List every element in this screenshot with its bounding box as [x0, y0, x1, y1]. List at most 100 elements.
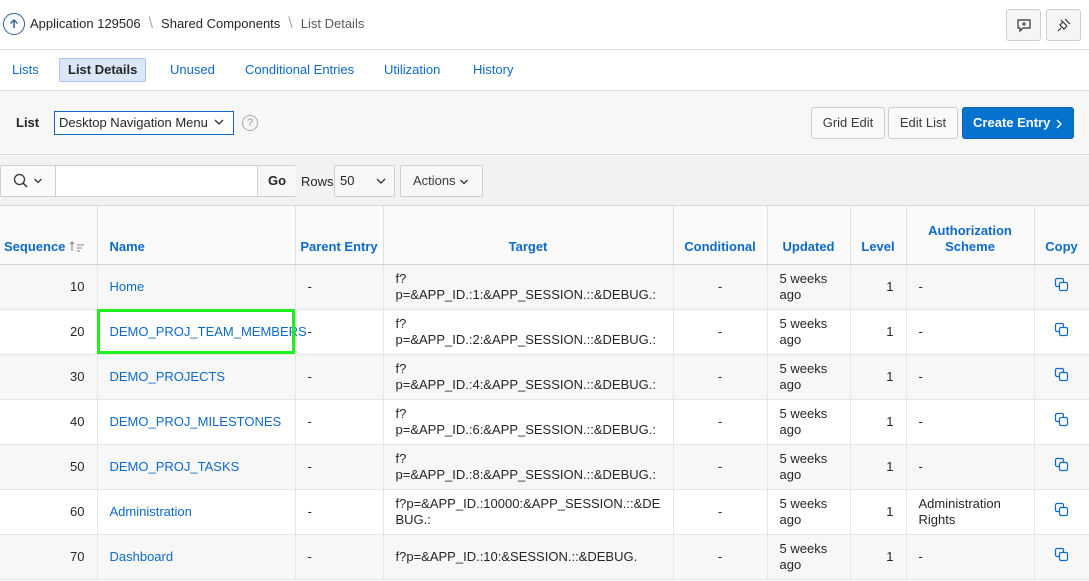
chevron-down-icon: [34, 178, 42, 184]
cell-parent-entry: -: [295, 444, 384, 490]
cell-name-link[interactable]: DEMO_PROJ_TASKS: [97, 444, 296, 490]
cell-parent-entry: -: [295, 534, 384, 580]
table-header-row: Sequence Name Parent Entry Target Condit…: [0, 206, 1089, 265]
cell-target: f?p=&APP_ID.:2:&APP_SESSION.::&DEBUG.:: [383, 309, 674, 355]
cell-parent-entry: -: [295, 399, 384, 445]
list-select[interactable]: Desktop Navigation Menu: [54, 111, 234, 135]
cell-target: f?p=&APP_ID.:6:&APP_SESSION.::&DEBUG.:: [383, 399, 674, 445]
tab-list-details[interactable]: List Details: [59, 58, 147, 82]
cell-authorization-scheme: -: [906, 309, 1035, 355]
table-row: 10 Home - f?p=&APP_ID.:1:&APP_SESSION.::…: [0, 264, 1089, 310]
search-column-selector[interactable]: [1, 166, 56, 196]
actions-label: Actions: [413, 173, 456, 188]
cell-name-link[interactable]: DEMO_PROJECTS: [97, 354, 296, 400]
cell-updated: 5 weeks ago: [767, 264, 851, 310]
column-header-parent-entry[interactable]: Parent Entry: [295, 206, 384, 265]
rows-select[interactable]: 50: [334, 165, 395, 197]
cell-name-link[interactable]: Dashboard: [97, 534, 296, 580]
cell-level: 1: [850, 264, 907, 310]
cell-updated: 5 weeks ago: [767, 399, 851, 445]
cell-name-link[interactable]: DEMO_PROJ_TEAM_MEMBERS: [97, 309, 307, 355]
list-entries-table: Sequence Name Parent Entry Target Condit…: [0, 206, 1089, 580]
create-entry-button[interactable]: Create Entry: [962, 107, 1074, 139]
copy-icon[interactable]: [1054, 547, 1069, 562]
cell-conditional: -: [673, 354, 768, 400]
column-header-target[interactable]: Target: [383, 206, 674, 265]
tab-lists[interactable]: Lists: [4, 58, 47, 82]
copy-icon[interactable]: [1054, 367, 1069, 382]
navigate-up-icon[interactable]: [3, 13, 25, 35]
cell-updated: 5 weeks ago: [767, 444, 851, 490]
comment-button[interactable]: [1006, 9, 1041, 41]
cell-updated: 5 weeks ago: [767, 354, 851, 400]
chevron-right-icon: [1056, 119, 1062, 129]
table-row: 70 Dashboard - f?p=&APP_ID.:10:&SESSION.…: [0, 534, 1089, 580]
search-icon: [13, 173, 28, 188]
cell-copy: [1034, 534, 1089, 580]
sort-ascending-icon: [69, 240, 85, 251]
cell-name-link[interactable]: Home: [97, 264, 296, 310]
tab-unused[interactable]: Unused: [162, 58, 223, 82]
cell-level: 1: [850, 489, 907, 535]
copy-icon[interactable]: [1054, 277, 1069, 292]
tab-utilization[interactable]: Utilization: [376, 58, 448, 82]
copy-icon[interactable]: [1054, 457, 1069, 472]
table-row: 50 DEMO_PROJ_TASKS - f?p=&APP_ID.:8:&APP…: [0, 444, 1089, 490]
breadcrumb: Application 129506 \ Shared Components \…: [30, 16, 364, 32]
cell-copy: [1034, 444, 1089, 490]
grid-edit-button[interactable]: Grid Edit: [811, 107, 885, 139]
column-header-conditional[interactable]: Conditional: [673, 206, 768, 265]
cell-sequence: 30: [0, 354, 98, 400]
column-header-copy[interactable]: Copy: [1034, 206, 1089, 265]
report-toolbar: Go Rows 50 Actions: [0, 156, 1089, 206]
tab-conditional-entries[interactable]: Conditional Entries: [237, 58, 362, 82]
rows-label: Rows: [301, 174, 334, 189]
list-label: List: [16, 115, 40, 130]
actions-menu-button[interactable]: Actions: [400, 165, 483, 197]
cell-conditional: -: [673, 534, 768, 580]
cell-level: 1: [850, 534, 907, 580]
edit-list-button[interactable]: Edit List: [888, 107, 958, 139]
table-row: 60 Administration - f?p=&APP_ID.:10000:&…: [0, 489, 1089, 535]
pin-icon: [1057, 18, 1070, 32]
copy-icon[interactable]: [1054, 322, 1069, 337]
column-header-authorization-scheme[interactable]: Authorization Scheme: [906, 206, 1035, 265]
column-header-updated[interactable]: Updated: [767, 206, 851, 265]
table-row: 40 DEMO_PROJ_MILESTONES - f?p=&APP_ID.:6…: [0, 399, 1089, 445]
cell-parent-entry: -: [295, 354, 384, 400]
cell-name-link[interactable]: Administration: [97, 489, 296, 535]
cell-sequence: 70: [0, 534, 98, 580]
column-header-sequence[interactable]: Sequence: [0, 206, 98, 265]
cell-target: f?p=&APP_ID.:8:&APP_SESSION.::&DEBUG.:: [383, 444, 674, 490]
cell-conditional: -: [673, 489, 768, 535]
cell-parent-entry: -: [295, 309, 384, 355]
tab-history[interactable]: History: [465, 58, 521, 82]
breadcrumb-shared-components[interactable]: Shared Components: [161, 16, 280, 31]
cell-sequence: 20: [0, 309, 98, 355]
cell-updated: 5 weeks ago: [767, 489, 851, 535]
pin-button[interactable]: [1046, 9, 1081, 41]
copy-icon[interactable]: [1054, 412, 1069, 427]
table-row: 20 DEMO_PROJ_TEAM_MEMBERS - f?p=&APP_ID.…: [0, 309, 1089, 355]
cell-copy: [1034, 399, 1089, 445]
cell-authorization-scheme: -: [906, 444, 1035, 490]
create-entry-label: Create Entry: [973, 115, 1051, 130]
chevron-down-icon: [376, 178, 386, 184]
comment-icon: [1016, 19, 1031, 33]
column-header-level[interactable]: Level: [850, 206, 907, 265]
cell-updated: 5 weeks ago: [767, 534, 851, 580]
cell-authorization-scheme: -: [906, 354, 1035, 400]
breadcrumb-application[interactable]: Application 129506: [30, 16, 141, 31]
breadcrumb-bar: Application 129506 \ Shared Components \…: [0, 0, 1089, 50]
cell-authorization-scheme: -: [906, 534, 1035, 580]
search-input[interactable]: [57, 166, 257, 196]
cell-target: f?p=&APP_ID.:4:&APP_SESSION.::&DEBUG.:: [383, 354, 674, 400]
copy-icon[interactable]: [1054, 502, 1069, 517]
chevron-down-icon: [214, 119, 224, 125]
table-row: 30 DEMO_PROJECTS - f?p=&APP_ID.:4:&APP_S…: [0, 354, 1089, 400]
rows-select-value: 50: [340, 173, 355, 188]
go-button[interactable]: Go: [257, 166, 296, 196]
help-icon[interactable]: ?: [242, 115, 258, 131]
cell-name-link[interactable]: DEMO_PROJ_MILESTONES: [97, 399, 296, 445]
column-header-name[interactable]: Name: [97, 206, 296, 265]
